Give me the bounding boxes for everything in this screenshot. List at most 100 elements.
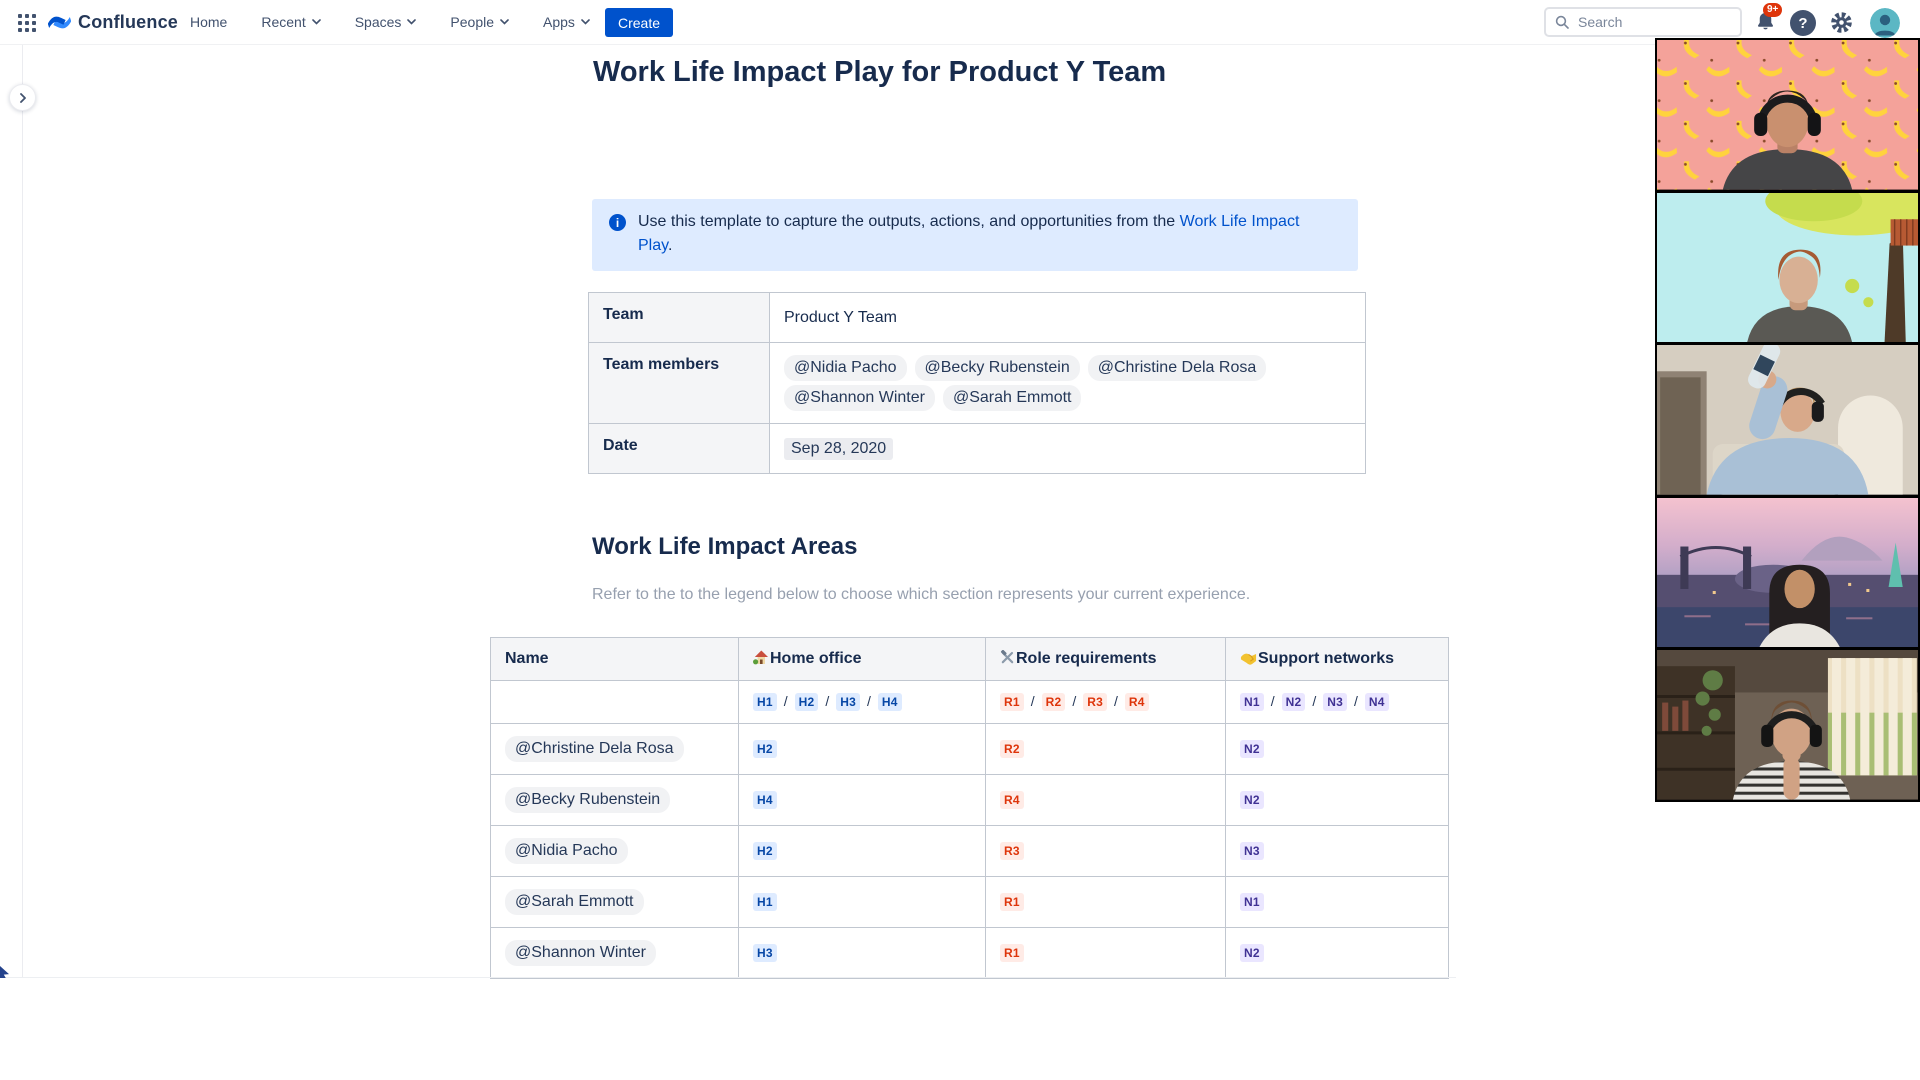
section-heading: Work Life Impact Areas — [592, 533, 858, 560]
legend-lozenge-n1: N1 — [1240, 693, 1264, 711]
search-input[interactable] — [1576, 13, 1731, 31]
member-mention[interactable]: @Nidia Pacho — [784, 355, 907, 381]
member-mention[interactable]: @Nidia Pacho — [505, 838, 628, 864]
member-mention[interactable]: @Becky Rubenstein — [914, 355, 1080, 381]
nav-item-home[interactable]: Home — [190, 14, 227, 30]
member-mention[interactable]: @Shannon Winter — [505, 940, 656, 966]
support-networks-cell: N2 — [1225, 723, 1449, 775]
video-participant-2[interactable] — [1657, 192, 1918, 343]
primary-nav: Home Recent Spaces People Apps — [190, 0, 590, 44]
home-office-lozenge: H4 — [753, 791, 777, 809]
legend-home-office: H1 / H2 / H3 / H4 — [738, 680, 986, 724]
legend-support-networks: N1 / N2 / N3 / N4 — [1225, 680, 1449, 724]
impact-table-legend-row: H1 / H2 / H3 / H4 R1 / R2 / R3 / R4 N1 / N2 / N3 / N4 — [490, 680, 1449, 724]
role-requirements-lozenge: R4 — [1000, 791, 1024, 809]
member-mention[interactable]: @Shannon Winter — [784, 385, 935, 411]
role-requirements-cell: R1 — [985, 876, 1226, 928]
home-office-lozenge: H3 — [753, 944, 777, 962]
role-requirements-lozenge: R2 — [1000, 740, 1024, 758]
home-office-cell: H2 — [738, 825, 986, 877]
legend-lozenge-r3: R3 — [1083, 693, 1108, 711]
app-switcher-button[interactable] — [16, 12, 38, 34]
create-button[interactable]: Create — [605, 8, 674, 37]
gear-icon — [1830, 12, 1852, 33]
column-header-name: Name — [490, 637, 739, 681]
support-networks-cell: N3 — [1225, 825, 1449, 877]
role-requirements-cell: R1 — [985, 927, 1226, 979]
home-office-cell: H4 — [738, 774, 986, 826]
section-subtitle: Refer to the to the legend below to choo… — [592, 586, 1251, 603]
home-office-lozenge: H2 — [753, 740, 777, 758]
video-participant-3[interactable] — [1657, 345, 1918, 495]
team-members-cell: @Nidia Pacho @Becky Rubenstein @Christine … — [769, 342, 1366, 424]
support-networks-lozenge: N2 — [1240, 944, 1264, 962]
impact-table: Name Home office Role requirements Suppo… — [490, 637, 1449, 979]
team-row: Team Product Y Team — [588, 292, 1366, 343]
legend-lozenge-n2: N2 — [1281, 693, 1306, 711]
member-mention[interactable]: @Becky Rubenstein — [505, 787, 671, 813]
home-office-lozenge: H2 — [753, 842, 777, 860]
video-participant-5[interactable] — [1657, 650, 1918, 800]
chevron-down-icon — [311, 19, 321, 25]
legend-empty-cell — [490, 680, 739, 724]
nav-item-label: Home — [190, 14, 228, 30]
date-row: Date Sep 28, 2020 — [588, 423, 1366, 474]
info-icon: i — [609, 214, 626, 231]
name-cell: @Sarah Emmott — [490, 876, 739, 928]
video-participant-1[interactable] — [1657, 40, 1918, 190]
legend-separator: / — [867, 693, 871, 709]
role-requirements-lozenge: R1 — [1000, 893, 1024, 911]
question-mark-icon: ? — [1798, 14, 1808, 32]
impact-table-row: @Sarah Emmott H1 R1 N1 — [490, 876, 1449, 928]
member-mention[interactable]: @Sarah Emmott — [505, 889, 644, 915]
notifications-button[interactable]: 9+ — [1752, 3, 1783, 36]
legend-lozenge-h2: H2 — [794, 693, 819, 711]
home-office-lozenge: H1 — [753, 893, 777, 911]
top-navigation: Confluence Home Recent Spaces People App… — [0, 0, 1920, 45]
name-cell: @Shannon Winter — [490, 927, 739, 979]
sidebar-divider — [22, 44, 23, 977]
home-office-cell: H3 — [738, 927, 986, 979]
handshake-icon — [1240, 653, 1257, 665]
video-participant-4[interactable] — [1657, 497, 1918, 648]
support-networks-cell: N2 — [1225, 774, 1449, 826]
role-requirements-lozenge: R3 — [1000, 842, 1024, 860]
video-call-panel — [1655, 38, 1920, 802]
name-cell: @Becky Rubenstein — [490, 774, 739, 826]
impact-table-row: @Christine Dela Rosa H2 R2 N2 — [490, 723, 1449, 775]
chevron-right-icon — [19, 92, 26, 103]
nav-item-people[interactable]: People — [450, 14, 509, 30]
tools-icon — [1000, 649, 1014, 664]
team-members-row: Team members @Nidia Pacho @Becky Rubenste… — [588, 342, 1366, 424]
notification-badge: 9+ — [1763, 3, 1783, 17]
search-box[interactable] — [1544, 7, 1742, 37]
expand-sidebar-button[interactable] — [9, 84, 36, 111]
member-mention[interactable]: @Christine Dela Rosa — [505, 736, 684, 762]
nav-item-apps[interactable]: Apps — [543, 14, 590, 30]
page-bottom-divider — [0, 977, 1456, 978]
date-cell: Sep 28, 2020 — [769, 423, 1366, 474]
member-mention[interactable]: @Sarah Emmott — [942, 385, 1082, 411]
settings-button[interactable] — [1828, 10, 1854, 36]
date-label: Date — [588, 423, 770, 474]
column-header-support-networks: Support networks — [1225, 637, 1449, 681]
nav-item-recent[interactable]: Recent — [261, 14, 321, 30]
legend-separator: / — [825, 693, 830, 709]
help-button[interactable]: ? — [1790, 10, 1816, 36]
team-table: Team Product Y Team Team members @Nidia … — [588, 292, 1366, 474]
search-icon — [1555, 15, 1569, 29]
support-networks-cell: N2 — [1225, 927, 1449, 979]
support-networks-cell: N1 — [1225, 876, 1449, 928]
legend-role-requirements: R1 / R2 / R3 / R4 — [985, 680, 1226, 724]
nav-item-label: Recent — [261, 14, 306, 30]
legend-lozenge-r2: R2 — [1041, 693, 1066, 711]
chevron-down-icon — [581, 19, 590, 25]
member-mention[interactable]: @Christine Dela Rosa — [1087, 355, 1267, 381]
page-title: Work Life Impact Play for Product Y Team — [593, 56, 1167, 88]
profile-avatar[interactable] — [1870, 8, 1900, 38]
confluence-home-link[interactable]: Confluence — [48, 8, 178, 36]
nav-item-label: People — [450, 14, 495, 30]
name-cell: @Christine Dela Rosa — [490, 723, 739, 775]
legend-separator: / — [1072, 693, 1077, 709]
nav-item-spaces[interactable]: Spaces — [355, 14, 417, 30]
